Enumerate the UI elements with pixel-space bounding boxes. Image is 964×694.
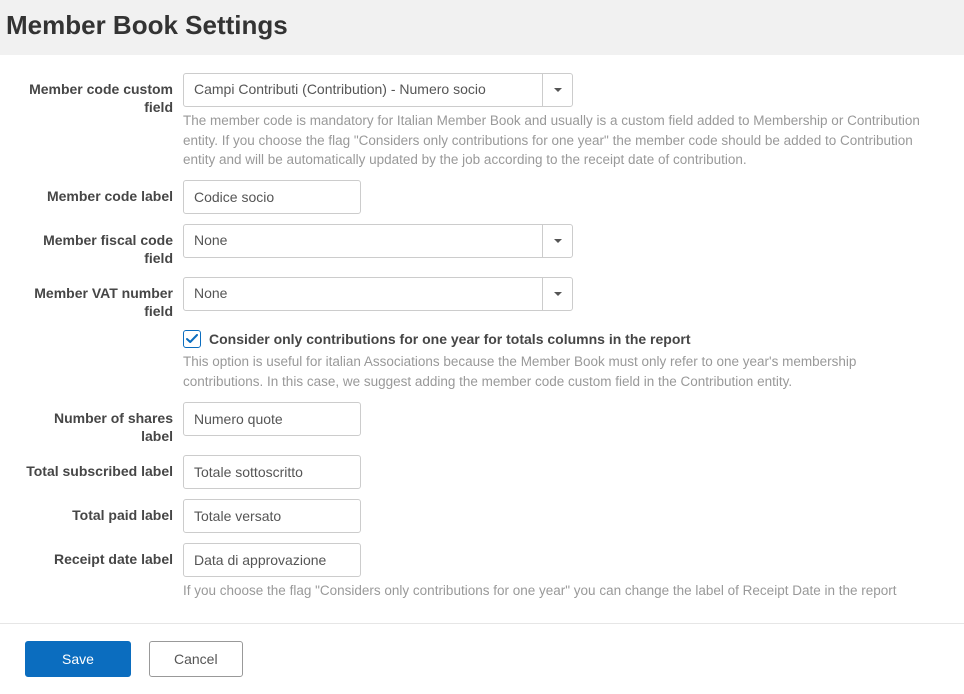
row-member-code-label: Member code label bbox=[25, 180, 939, 214]
row-receipt-date-label: Receipt date label If you choose the fla… bbox=[25, 543, 939, 601]
dropdown-value: None bbox=[184, 278, 542, 310]
dropdown-value: Campi Contributi (Contribution) - Numero… bbox=[184, 74, 542, 106]
row-member-fiscal-code-field: Member fiscal code field None bbox=[25, 224, 939, 267]
label-member-code-custom-field: Member code custom field bbox=[25, 73, 183, 116]
help-receipt-date-label: If you choose the flag "Considers only c… bbox=[183, 581, 939, 601]
help-member-code-custom-field: The member code is mandatory for Italian… bbox=[183, 111, 939, 170]
label-number-of-shares-label: Number of shares label bbox=[25, 402, 183, 445]
input-total-paid-label[interactable] bbox=[183, 499, 361, 533]
caret-down-icon bbox=[554, 292, 562, 296]
help-consider-one-year: This option is useful for italian Associ… bbox=[183, 352, 939, 391]
dropdown-caret-button[interactable] bbox=[542, 278, 572, 310]
input-member-code-label[interactable] bbox=[183, 180, 361, 214]
label-member-vat-number-field: Member VAT number field bbox=[25, 277, 183, 320]
input-total-subscribed-label[interactable] bbox=[183, 455, 361, 489]
dropdown-member-fiscal-code-field[interactable]: None bbox=[183, 224, 573, 258]
checkbox-label-consider-one-year: Consider only contributions for one year… bbox=[209, 331, 691, 347]
dropdown-value: None bbox=[184, 225, 542, 257]
label-receipt-date-label: Receipt date label bbox=[25, 543, 183, 568]
row-member-vat-number-field: Member VAT number field None bbox=[25, 277, 939, 320]
row-total-subscribed-label: Total subscribed label bbox=[25, 455, 939, 489]
row-total-paid-label: Total paid label bbox=[25, 499, 939, 533]
cancel-button[interactable]: Cancel bbox=[149, 641, 243, 677]
input-number-of-shares-label[interactable] bbox=[183, 402, 361, 436]
dropdown-member-code-custom-field[interactable]: Campi Contributi (Contribution) - Numero… bbox=[183, 73, 573, 107]
dropdown-caret-button[interactable] bbox=[542, 225, 572, 257]
row-number-of-shares-label: Number of shares label bbox=[25, 402, 939, 445]
page-header: Member Book Settings bbox=[0, 0, 964, 55]
settings-form: Member code custom field Campi Contribut… bbox=[0, 55, 964, 623]
form-footer: Save Cancel bbox=[0, 623, 964, 694]
caret-down-icon bbox=[554, 239, 562, 243]
label-member-fiscal-code-field: Member fiscal code field bbox=[25, 224, 183, 267]
label-total-subscribed-label: Total subscribed label bbox=[25, 455, 183, 480]
check-icon bbox=[186, 334, 198, 344]
caret-down-icon bbox=[554, 88, 562, 92]
dropdown-member-vat-number-field[interactable]: None bbox=[183, 277, 573, 311]
save-button[interactable]: Save bbox=[25, 641, 131, 677]
row-member-code-custom-field: Member code custom field Campi Contribut… bbox=[25, 73, 939, 170]
label-member-code-label: Member code label bbox=[25, 180, 183, 205]
row-consider-one-year: Consider only contributions for one year… bbox=[25, 330, 939, 391]
checkbox-consider-one-year[interactable] bbox=[183, 330, 201, 348]
page-title: Member Book Settings bbox=[6, 10, 958, 41]
dropdown-caret-button[interactable] bbox=[542, 74, 572, 106]
input-receipt-date-label[interactable] bbox=[183, 543, 361, 577]
label-total-paid-label: Total paid label bbox=[25, 499, 183, 524]
